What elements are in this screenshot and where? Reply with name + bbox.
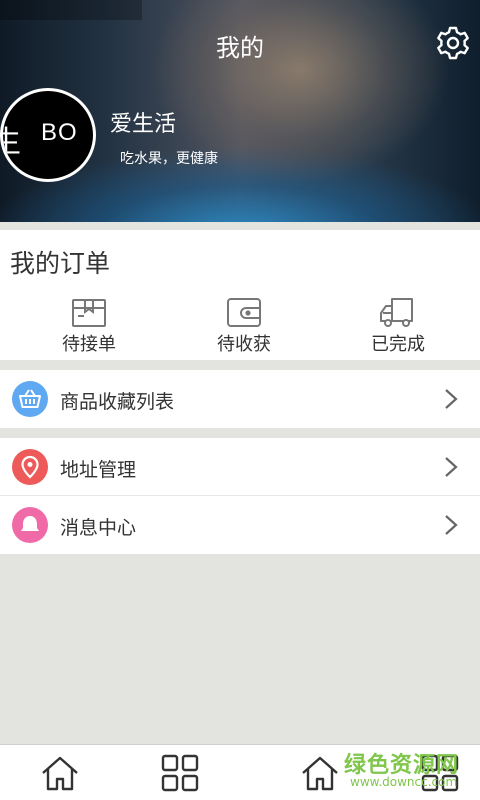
settings-button[interactable] <box>434 24 472 62</box>
tab-home[interactable] <box>38 751 82 795</box>
orders-title: 我的订单 <box>10 249 111 278</box>
profile-header: 我的 生 BO 爱生活 吃水果，更健康 <box>0 0 480 222</box>
address-management-item[interactable]: 地址管理 <box>0 438 480 496</box>
order-completed-label: 已完成 <box>371 334 425 355</box>
user-name: 爱生活 <box>110 112 177 137</box>
message-center-label: 消息中心 <box>60 517 137 539</box>
favorites-list-item[interactable]: 商品收藏列表 <box>0 370 480 428</box>
favorites-label: 商品收藏列表 <box>60 391 175 413</box>
home-icon <box>42 756 78 791</box>
my-orders-section: 我的订单 待接单 待收获 已完成 <box>0 230 480 360</box>
tab-home-2[interactable] <box>298 751 342 795</box>
chevron-right-icon <box>445 389 458 409</box>
favorites-card: 商品收藏列表 <box>0 370 480 428</box>
avatar-text: BO <box>41 119 78 146</box>
chevron-right-icon <box>445 515 458 535</box>
status-bar <box>0 0 142 20</box>
settings-card: 地址管理 消息中心 <box>0 438 480 554</box>
delivery-truck-icon <box>380 298 413 327</box>
wallet-icon <box>227 298 261 327</box>
grid-icon <box>161 754 199 792</box>
order-to-receive-button[interactable]: 待收获 <box>164 294 324 358</box>
page-title: 我的 <box>216 34 264 62</box>
order-pending-button[interactable]: 待接单 <box>9 294 169 358</box>
chevron-right-icon <box>445 457 458 477</box>
location-pin-icon <box>12 449 48 485</box>
order-pending-label: 待接单 <box>62 334 116 355</box>
order-completed-button[interactable]: 已完成 <box>318 294 478 358</box>
basket-icon <box>12 381 48 417</box>
address-management-label: 地址管理 <box>60 459 137 481</box>
avatar-glyph: 生 <box>3 117 21 161</box>
bell-icon <box>12 507 48 543</box>
order-to-receive-label: 待收获 <box>217 334 271 355</box>
home-icon <box>302 756 338 791</box>
tab-categories[interactable] <box>158 751 202 795</box>
avatar[interactable]: 生 BO <box>0 88 96 182</box>
watermark-url: www.downcc.com <box>350 775 458 789</box>
gear-icon <box>437 26 469 60</box>
message-center-item[interactable]: 消息中心 <box>0 496 480 554</box>
user-slogan: 吃水果，更健康 <box>120 151 218 167</box>
package-icon <box>72 299 106 327</box>
